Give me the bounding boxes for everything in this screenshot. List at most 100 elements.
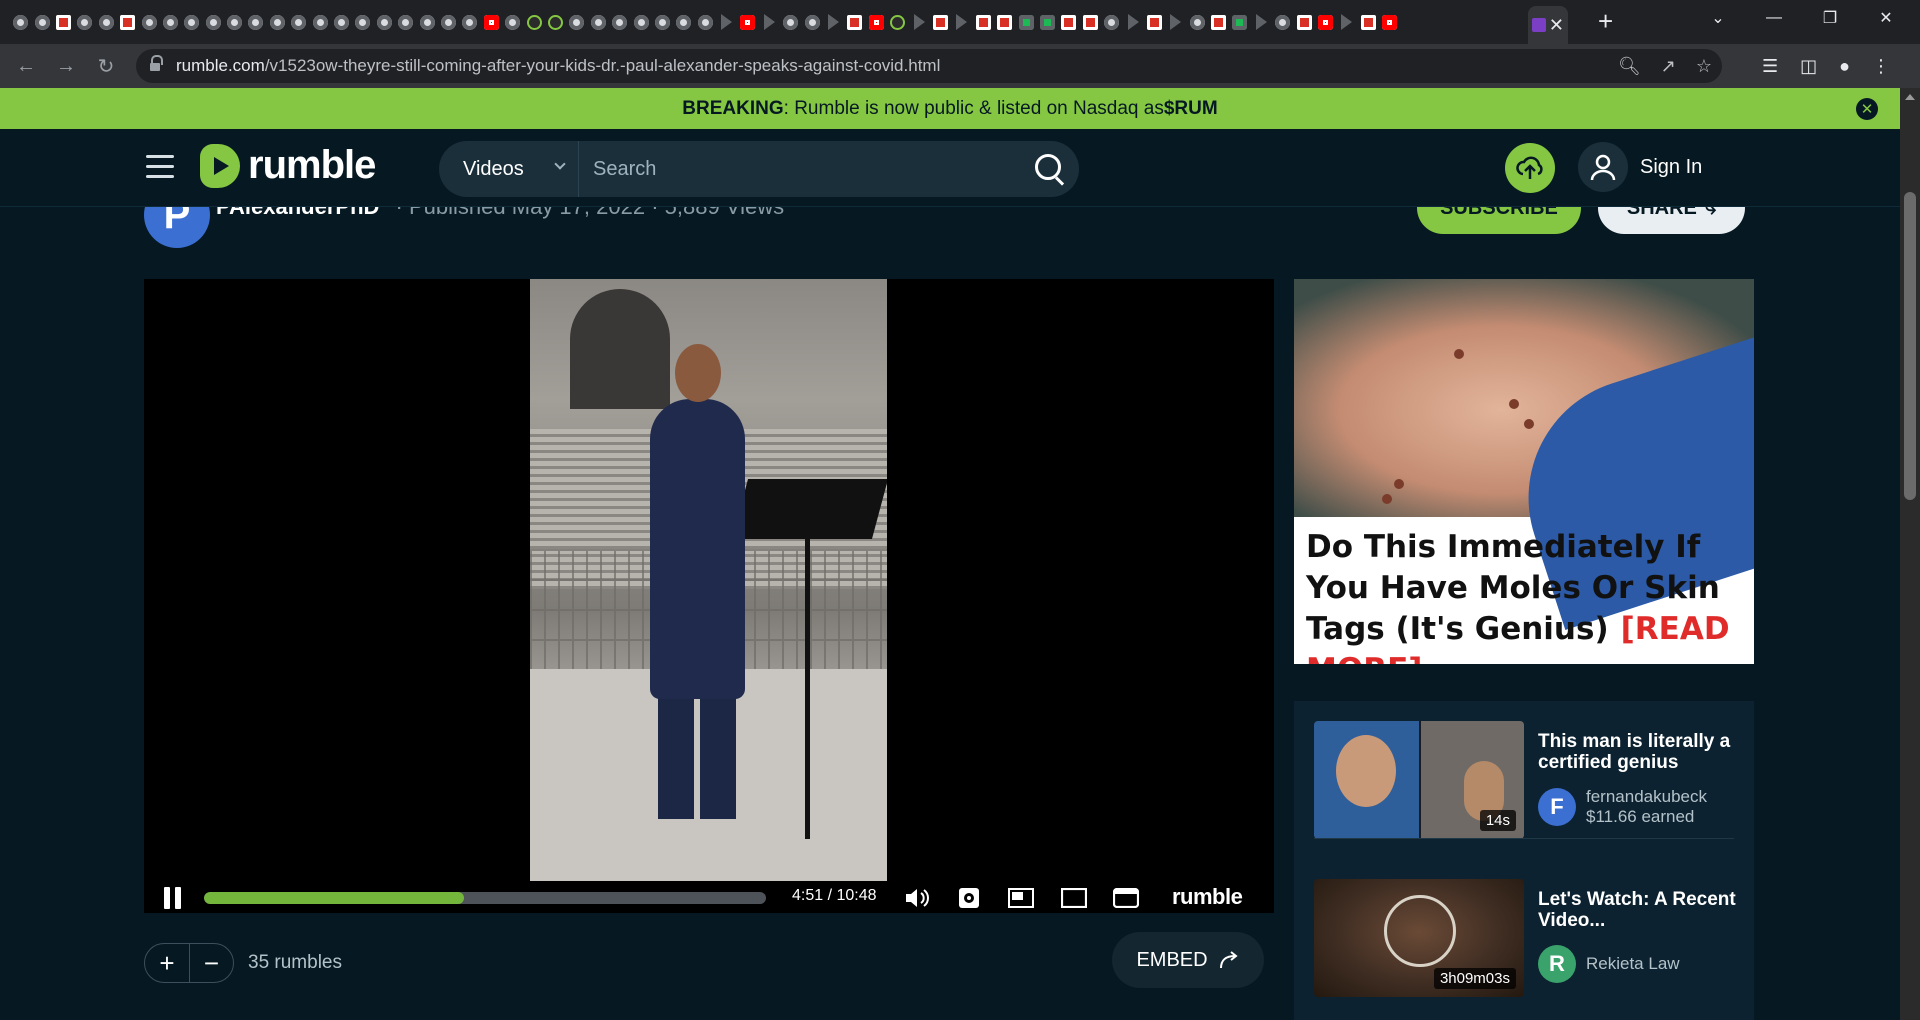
pinned-tab-favicon-icon[interactable]	[823, 12, 844, 32]
forward-arrow-icon[interactable]: →	[46, 46, 86, 86]
related-video-thumbnail[interactable]: 3h09m03s	[1314, 879, 1524, 997]
pinned-tab-favicon-icon[interactable]	[1101, 12, 1122, 32]
volume-icon[interactable]	[902, 885, 932, 911]
pinned-tab-favicon-icon[interactable]	[502, 12, 523, 32]
sign-in-button[interactable]: Sign In	[1578, 141, 1702, 193]
progress-bar[interactable]	[204, 892, 766, 904]
profile-icon[interactable]: ●	[1839, 56, 1850, 77]
scrollbar-thumb[interactable]	[1904, 192, 1916, 500]
pinned-tab-favicon-icon[interactable]	[1144, 12, 1165, 32]
pinned-tab-favicon-icon[interactable]	[1251, 12, 1272, 32]
pinned-tab-favicon-icon[interactable]	[374, 12, 395, 32]
tab-close-icon[interactable]: ✕	[1549, 16, 1564, 34]
share-page-icon[interactable]: ↗	[1661, 56, 1676, 77]
video-player[interactable]: 4:51 / 10:48 rumble	[144, 279, 1274, 913]
pinned-tab-favicon-icon[interactable]	[1165, 12, 1186, 32]
menu-kebab-icon[interactable]: ⋮	[1872, 56, 1890, 77]
pinned-tab-favicon-icon[interactable]	[588, 12, 609, 32]
close-window-button[interactable]: ✕	[1858, 0, 1914, 36]
pinned-tab-favicon-icon[interactable]	[181, 12, 202, 32]
pinned-tab-favicon-icon[interactable]	[117, 12, 138, 32]
pinned-tab-favicon-icon[interactable]	[780, 12, 801, 32]
pinned-tab-favicon-icon[interactable]	[844, 12, 865, 32]
hamburger-menu-icon[interactable]	[146, 155, 174, 179]
search-input[interactable]	[579, 141, 1023, 197]
ad-image[interactable]	[1294, 279, 1754, 630]
downvote-button[interactable]: −	[189, 944, 233, 982]
miniplayer-icon[interactable]	[1006, 885, 1036, 911]
pinned-tab-favicon-icon[interactable]	[352, 12, 373, 32]
pinned-tab-favicon-icon[interactable]	[1080, 12, 1101, 32]
reading-list-icon[interactable]: ☰	[1762, 56, 1778, 77]
pinned-tab-favicon-icon[interactable]	[866, 12, 887, 32]
pinned-tab-favicon-icon[interactable]	[887, 12, 908, 32]
pinned-tab-favicon-icon[interactable]	[1037, 12, 1058, 32]
ad-headline[interactable]: Do This Immediately If You Have Moles Or…	[1306, 527, 1746, 664]
pinned-tab-favicon-icon[interactable]	[1336, 12, 1357, 32]
related-video-item[interactable]: 3h09m03s Let's Watch: A Recent Video... …	[1314, 879, 1736, 999]
theater-mode-icon[interactable]	[1059, 885, 1089, 911]
new-tab-button[interactable]: +	[1598, 8, 1613, 34]
pinned-tab-favicon-icon[interactable]	[973, 12, 994, 32]
pinned-tab-favicon-icon[interactable]	[716, 12, 737, 32]
scroll-up-arrow-icon[interactable]	[1905, 94, 1915, 100]
upload-button[interactable]	[1505, 143, 1555, 193]
search-icon[interactable]	[1023, 141, 1079, 197]
pinned-tab-favicon-icon[interactable]	[737, 12, 758, 32]
pinned-tab-favicon-icon[interactable]	[994, 12, 1015, 32]
pinned-tab-favicon-icon[interactable]	[416, 12, 437, 32]
pinned-tab-favicon-icon[interactable]	[331, 12, 352, 32]
pinned-tab-favicon-icon[interactable]	[951, 12, 972, 32]
pinned-tab-favicon-icon[interactable]	[438, 12, 459, 32]
pinned-tab-favicon-icon[interactable]	[759, 12, 780, 32]
pinned-tab-favicon-icon[interactable]	[481, 12, 502, 32]
related-video-channel[interactable]: R Rekieta Law	[1538, 945, 1680, 983]
pause-icon[interactable]	[164, 887, 182, 909]
pinned-tab-favicon-icon[interactable]	[566, 12, 587, 32]
player-brand-logo[interactable]: rumble	[1172, 884, 1243, 910]
pinned-tab-favicon-icon[interactable]	[224, 12, 245, 32]
url-text[interactable]: rumble.com/v1523ow-theyre-still-coming-a…	[176, 56, 940, 76]
side-panel-icon[interactable]: ◫	[1800, 56, 1817, 77]
restore-button[interactable]: ❐	[1802, 0, 1858, 36]
pinned-tab-favicon-icon[interactable]	[1293, 12, 1314, 32]
zoom-icon[interactable]: 🔍︎	[1618, 56, 1641, 77]
reload-icon[interactable]: ↻	[86, 46, 126, 86]
related-video-title[interactable]: Let's Watch: A Recent Video...	[1538, 889, 1738, 931]
related-video-title[interactable]: This man is literally a certified genius	[1538, 731, 1738, 773]
related-video-item[interactable]: 14s This man is literally a certified ge…	[1314, 721, 1734, 841]
pinned-tab-favicon-icon[interactable]	[652, 12, 673, 32]
pinned-tab-favicon-icon[interactable]	[160, 12, 181, 32]
pinned-tab-favicon-icon[interactable]	[395, 12, 416, 32]
url-omnibox[interactable]: rumble.com/v1523ow-theyre-still-coming-a…	[136, 49, 1722, 83]
pinned-tab-favicon-icon[interactable]	[1315, 12, 1336, 32]
video-frame[interactable]	[530, 279, 887, 881]
rumble-logo[interactable]: rumble	[200, 143, 376, 188]
pinned-tab-favicon-icon[interactable]	[267, 12, 288, 32]
bookmark-star-icon[interactable]: ☆	[1696, 56, 1712, 77]
pinned-tab-favicon-icon[interactable]	[673, 12, 694, 32]
pinned-tab-favicon-icon[interactable]	[1058, 12, 1079, 32]
pinned-tab-favicon-icon[interactable]	[53, 12, 74, 32]
pinned-tab-favicon-icon[interactable]	[96, 12, 117, 32]
pinned-tab-favicon-icon[interactable]	[288, 12, 309, 32]
search-category-select[interactable]: Videos	[439, 141, 579, 197]
pinned-tab-favicon-icon[interactable]	[930, 12, 951, 32]
pinned-tab-favicon-icon[interactable]	[459, 12, 480, 32]
pinned-tab-favicon-icon[interactable]	[695, 12, 716, 32]
pinned-tab-favicon-icon[interactable]	[203, 12, 224, 32]
pinned-tab-favicon-icon[interactable]	[1272, 12, 1293, 32]
active-tab[interactable]: ✕	[1528, 6, 1568, 44]
embed-button[interactable]: EMBED	[1112, 932, 1264, 988]
pinned-tab-favicon-icon[interactable]	[545, 12, 566, 32]
pinned-tab-favicon-icon[interactable]	[801, 12, 822, 32]
pinned-tab-favicon-icon[interactable]	[523, 12, 544, 32]
pinned-tab-favicon-icon[interactable]	[1122, 12, 1143, 32]
pinned-tab-favicon-icon[interactable]	[1379, 12, 1400, 32]
pinned-tab-favicon-icon[interactable]	[138, 12, 159, 32]
minimize-button[interactable]: —	[1746, 0, 1802, 36]
pinned-tab-favicon-icon[interactable]	[1358, 12, 1379, 32]
pinned-tab-favicon-icon[interactable]	[74, 12, 95, 32]
related-video-thumbnail[interactable]: 14s	[1314, 721, 1524, 839]
pinned-tab-favicon-icon[interactable]	[908, 12, 929, 32]
